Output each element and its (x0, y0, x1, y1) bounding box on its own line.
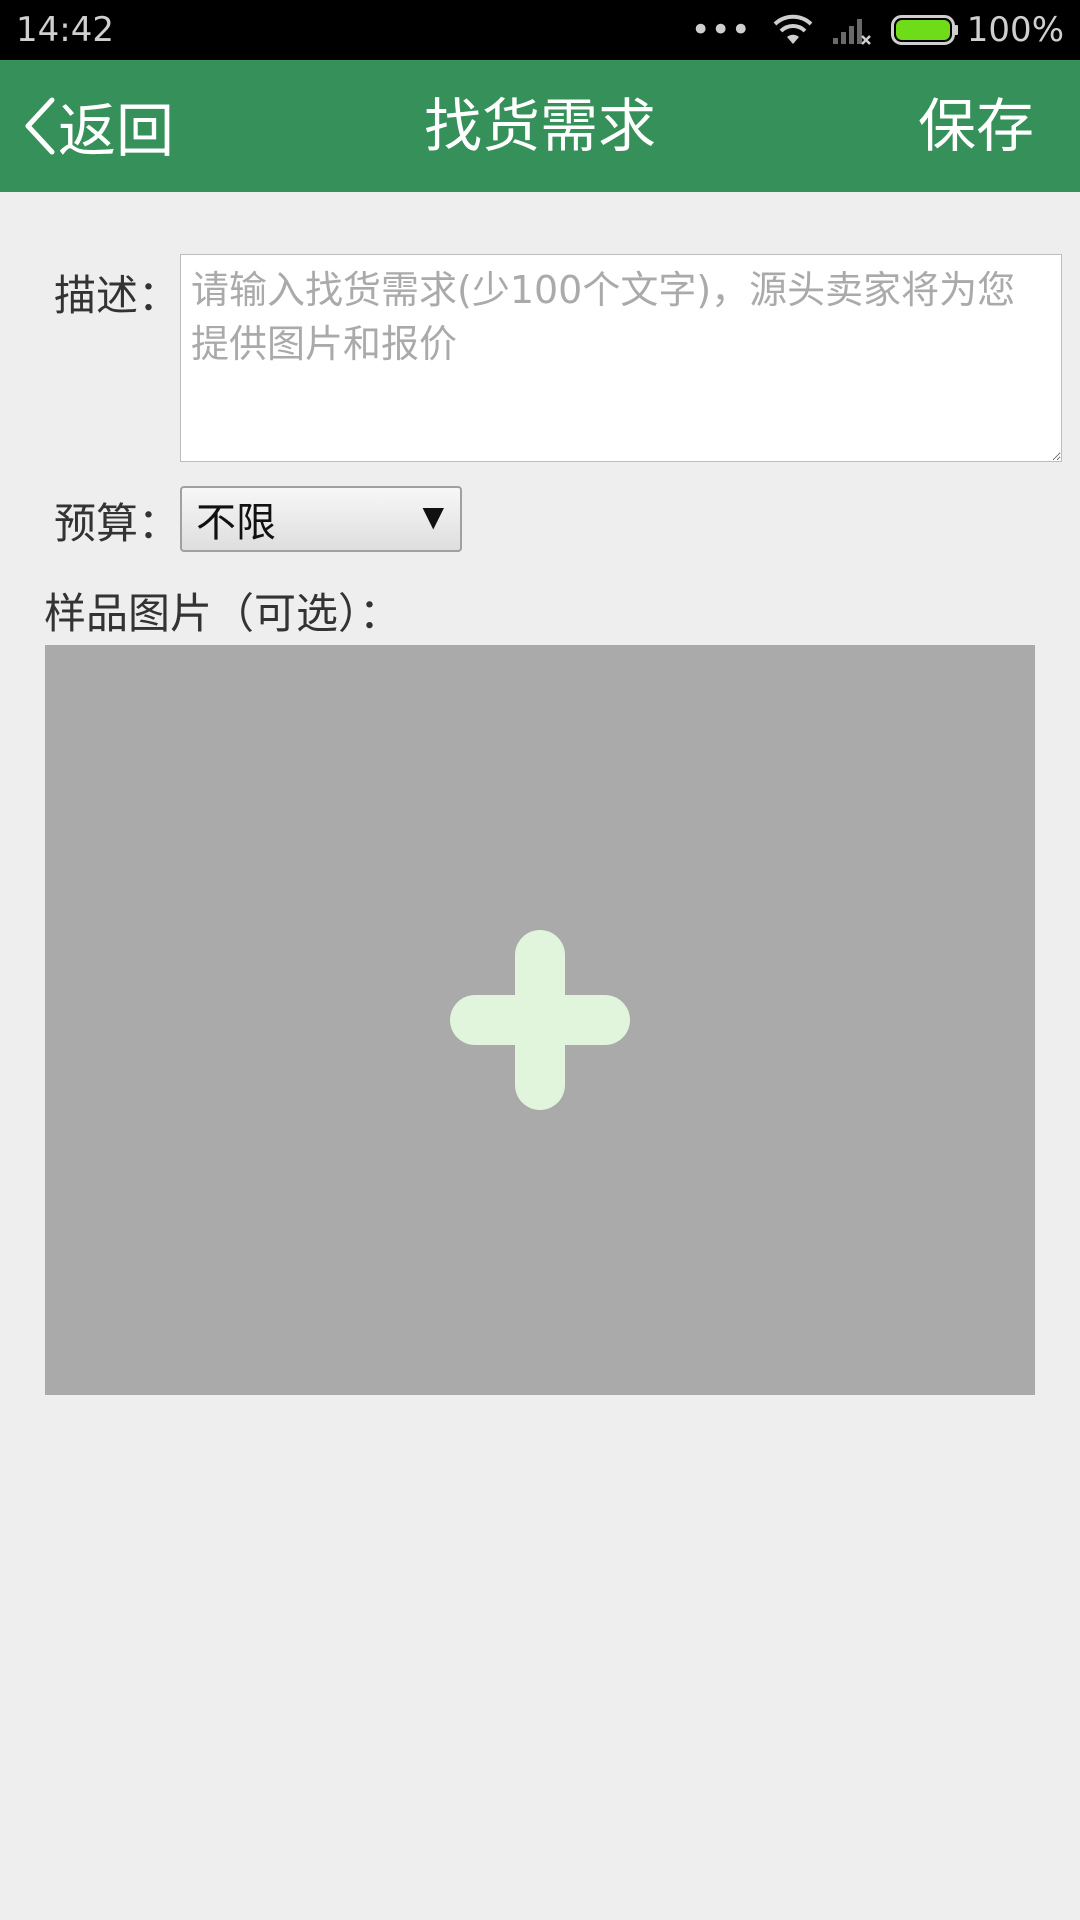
description-input[interactable] (180, 254, 1062, 462)
save-button[interactable]: 保存 (918, 60, 1034, 192)
budget-selected-value: 不限 (196, 500, 276, 546)
sample-images-label: 样品图片（可选）： (44, 589, 402, 638)
budget-label: 预算： (54, 499, 181, 548)
battery-icon (890, 15, 958, 45)
battery-percent: 100% (966, 10, 1064, 50)
chevron-left-icon (25, 97, 55, 155)
signal-icon (832, 19, 871, 45)
wifi-icon (773, 14, 813, 44)
budget-select[interactable]: 不限 ▼ (180, 486, 462, 552)
status-bar: 14:42 ••• 100% (0, 0, 1080, 60)
back-button[interactable]: 返回 (22, 60, 174, 192)
plus-icon (450, 930, 630, 1110)
back-label: 返回 (58, 97, 175, 165)
add-image-button[interactable] (45, 645, 1035, 1395)
status-icons: ••• 100% (691, 8, 1064, 52)
app-header: 返回 找货需求 保存 (0, 60, 1080, 192)
description-label: 描述： (54, 271, 181, 320)
status-time: 14:42 (16, 10, 114, 50)
dropdown-arrow-icon: ▼ (422, 500, 444, 533)
more-dots-icon: ••• (690, 10, 751, 50)
